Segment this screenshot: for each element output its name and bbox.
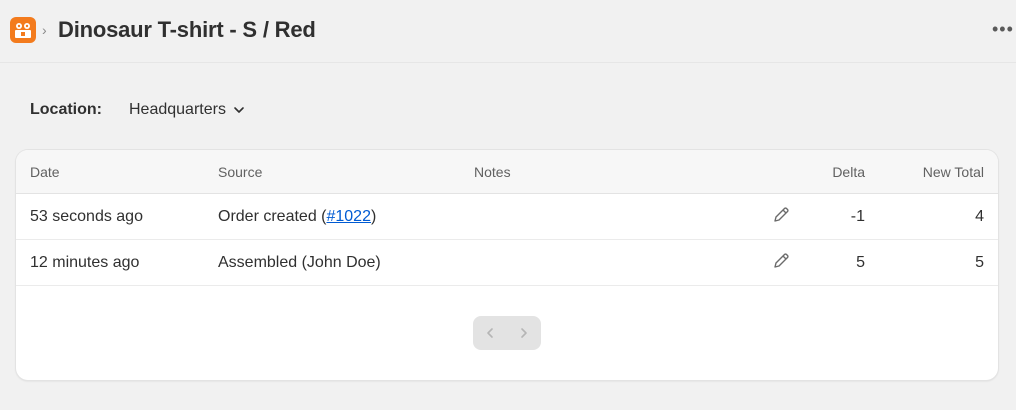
top-bar: › Dinosaur T-shirt - S / Red ••• bbox=[0, 0, 1016, 63]
row-date: 53 seconds ago bbox=[30, 208, 143, 225]
next-page-button[interactable] bbox=[507, 316, 541, 350]
pencil-icon[interactable] bbox=[772, 206, 790, 224]
column-header-source: Source bbox=[218, 164, 263, 180]
pagination bbox=[473, 316, 541, 350]
location-label: Location: bbox=[30, 101, 102, 118]
column-header-new-total: New Total bbox=[922, 164, 984, 180]
row-new-total: 4 bbox=[975, 208, 984, 225]
row-new-total: 5 bbox=[975, 254, 984, 271]
table-header: Date Source Notes Delta New Total bbox=[16, 150, 998, 194]
row-source: Order created (#1022) bbox=[218, 208, 376, 226]
column-header-delta: Delta bbox=[832, 164, 865, 180]
more-actions-button[interactable]: ••• bbox=[992, 20, 1016, 40]
table-row: 12 minutes ago Assembled (John Doe) 5 5 bbox=[16, 240, 998, 286]
source-suffix: ) bbox=[370, 208, 377, 225]
column-header-date: Date bbox=[30, 164, 60, 180]
row-delta: 5 bbox=[856, 254, 865, 271]
pencil-icon[interactable] bbox=[772, 252, 790, 270]
source-prefix: Order created ( bbox=[218, 208, 327, 225]
previous-page-button[interactable] bbox=[473, 316, 507, 350]
location-value: Headquarters bbox=[129, 101, 226, 118]
row-date: 12 minutes ago bbox=[30, 254, 140, 271]
page-title: Dinosaur T-shirt - S / Red bbox=[58, 17, 316, 42]
chevron-down-icon bbox=[232, 103, 246, 117]
row-delta: -1 bbox=[850, 208, 865, 225]
row-source: Assembled (John Doe) bbox=[218, 254, 381, 271]
column-header-notes: Notes bbox=[474, 164, 511, 180]
table-row: 53 seconds ago Order created (#1022) -1 … bbox=[16, 194, 998, 240]
store-app-icon[interactable] bbox=[10, 17, 36, 43]
chevron-right-icon bbox=[521, 328, 527, 338]
breadcrumb-separator: › bbox=[42, 22, 47, 38]
location-select[interactable]: Headquarters bbox=[121, 96, 254, 124]
order-link[interactable]: #1022 bbox=[326, 208, 371, 225]
inventory-history-table: Date Source Notes Delta New Total 53 sec… bbox=[16, 150, 998, 380]
chevron-left-icon bbox=[487, 328, 493, 338]
